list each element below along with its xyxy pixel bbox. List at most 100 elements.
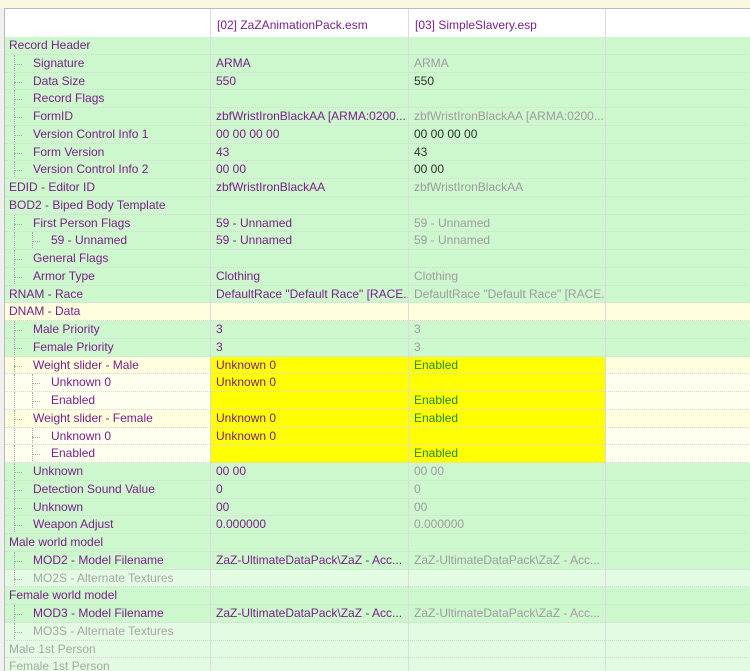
row-label-cell[interactable]: Record Flags <box>5 90 210 108</box>
row-label-cell[interactable]: Weapon Adjust <box>5 516 210 534</box>
value-cell-zazanimationpack[interactable] <box>211 622 408 641</box>
value-cell-simpleslavery[interactable]: 00 00 00 00 <box>409 125 605 144</box>
row-label-cell[interactable]: First Person Flags <box>5 214 210 233</box>
column-header-zazanimationpack[interactable]: [02] ZaZAnimationPack.esm <box>211 9 408 37</box>
tree-row[interactable]: Unknown 00 00 <box>5 498 750 517</box>
tree-row[interactable]: 59 - Unnamed 59 - Unnamed 59 - Unnamed <box>5 232 750 250</box>
tree-row[interactable]: MO2S - Alternate Textures <box>5 569 750 588</box>
value-cell-zazanimationpack[interactable] <box>211 90 408 108</box>
row-label-cell[interactable]: Female 1st Person <box>5 658 210 671</box>
value-cell-simpleslavery[interactable]: 59 - Unnamed <box>409 214 605 233</box>
tree-row[interactable]: Form Version 43 43 <box>5 143 750 162</box>
value-cell-zazanimationpack[interactable] <box>211 640 408 659</box>
value-cell-zazanimationpack[interactable] <box>211 534 408 552</box>
row-label-cell[interactable]: Unknown 0 <box>5 427 210 446</box>
value-cell-simpleslavery[interactable]: zbfWristIronBlackAA [ARMA:0200... <box>409 108 605 126</box>
value-cell-zazanimationpack[interactable] <box>211 250 408 268</box>
value-cell-zazanimationpack[interactable]: 00 00 <box>211 161 408 179</box>
tree-row[interactable]: FormID zbfWristIronBlackAA [ARMA:0200... z… <box>5 108 750 126</box>
value-cell-zazanimationpack[interactable]: 00 00 <box>211 463 408 481</box>
tree-row[interactable]: MOD2 - Model Filename ZaZ-UltimateDataPac… <box>5 551 750 570</box>
value-cell-zazanimationpack[interactable]: ZaZ-UltimateDataPack\ZaZ - Acc... <box>211 551 408 570</box>
value-cell-simpleslavery[interactable]: ZaZ-UltimateDataPack\ZaZ - Acc... <box>409 605 605 623</box>
tree-row[interactable]: BOD2 - Biped Body Template <box>5 196 750 215</box>
value-cell-simpleslavery[interactable] <box>409 640 605 659</box>
value-cell-zazanimationpack[interactable]: 3 <box>211 338 408 357</box>
row-label-cell[interactable]: Signature <box>5 54 210 73</box>
row-label-cell[interactable]: Version Control Info 1 <box>5 125 210 144</box>
value-cell-zazanimationpack[interactable] <box>211 569 408 588</box>
value-cell-simpleslavery[interactable] <box>409 587 605 605</box>
value-cell-zazanimationpack[interactable] <box>211 392 408 410</box>
value-cell-zazanimationpack[interactable]: Unknown 0 <box>211 409 408 428</box>
row-label-cell[interactable]: MO3S - Alternate Textures <box>5 622 210 641</box>
value-cell-simpleslavery[interactable]: Enabled <box>409 392 605 410</box>
value-cell-simpleslavery[interactable]: 43 <box>409 143 605 162</box>
value-cell-simpleslavery[interactable]: Enabled <box>409 356 605 375</box>
row-label-cell[interactable]: Weight slider - Female <box>5 409 210 428</box>
tree-row[interactable]: Male Priority 3 3 <box>5 321 750 339</box>
tree-row[interactable]: Record Flags <box>5 90 750 108</box>
value-cell-simpleslavery[interactable]: Clothing <box>409 267 605 286</box>
value-cell-simpleslavery[interactable]: 3 <box>409 321 605 339</box>
tree-row[interactable]: DNAM - Data <box>5 303 750 321</box>
tree-row[interactable]: Male 1st Person <box>5 640 750 659</box>
row-label-cell[interactable]: Form Version <box>5 143 210 162</box>
tree-row[interactable]: Version Control Info 2 00 00 00 00 <box>5 161 750 179</box>
value-cell-zazanimationpack[interactable]: Clothing <box>211 267 408 286</box>
value-cell-simpleslavery[interactable] <box>409 303 605 321</box>
value-cell-simpleslavery[interactable] <box>409 569 605 588</box>
value-cell-zazanimationpack[interactable]: zbfWristIronBlackAA [ARMA:0200... <box>211 108 408 126</box>
tree-row[interactable]: Weight slider - Female Unknown 0 Enabled <box>5 409 750 428</box>
value-cell-simpleslavery[interactable]: zbfWristIronBlackAA <box>409 179 605 197</box>
tree-row[interactable]: Unknown 0 Unknown 0 <box>5 374 750 392</box>
tree-row[interactable]: Record Header <box>5 37 750 55</box>
value-cell-zazanimationpack[interactable]: zbfWristIronBlackAA <box>211 179 408 197</box>
value-cell-zazanimationpack[interactable]: 0.000000 <box>211 516 408 534</box>
value-cell-zazanimationpack[interactable]: 59 - Unnamed <box>211 232 408 250</box>
row-label-cell[interactable]: DNAM - Data <box>5 303 210 321</box>
value-cell-zazanimationpack[interactable]: Unknown 0 <box>211 356 408 375</box>
tree-row[interactable]: First Person Flags 59 - Unnamed 59 - Unnam… <box>5 214 750 233</box>
row-label-cell[interactable]: Unknown <box>5 463 210 481</box>
value-cell-simpleslavery[interactable] <box>409 374 605 392</box>
value-cell-zazanimationpack[interactable]: ZaZ-UltimateDataPack\ZaZ - Acc... <box>211 605 408 623</box>
record-compare-grid[interactable]: [02] ZaZAnimationPack.esm [03] SimpleSla… <box>4 8 750 671</box>
row-label-cell[interactable]: MOD3 - Model Filename <box>5 605 210 623</box>
tree-row[interactable]: MO3S - Alternate Textures <box>5 622 750 641</box>
tree-row[interactable]: Female world model <box>5 587 750 605</box>
value-cell-simpleslavery[interactable]: 59 - Unnamed <box>409 232 605 250</box>
value-cell-zazanimationpack[interactable] <box>211 37 408 55</box>
row-label-cell[interactable]: Version Control Info 2 <box>5 161 210 179</box>
row-label-cell[interactable]: Unknown <box>5 498 210 517</box>
row-label-cell[interactable]: Unknown 0 <box>5 374 210 392</box>
tree-row[interactable]: MOD3 - Model Filename ZaZ-UltimateDataPac… <box>5 605 750 623</box>
value-cell-simpleslavery[interactable] <box>409 534 605 552</box>
row-label-cell[interactable]: 59 - Unnamed <box>5 232 210 250</box>
value-cell-simpleslavery[interactable]: 550 <box>409 72 605 91</box>
tree-row[interactable]: Weight slider - Male Unknown 0 Enabled <box>5 356 750 375</box>
row-label-cell[interactable]: Weight slider - Male <box>5 356 210 375</box>
row-label-cell[interactable]: MO2S - Alternate Textures <box>5 569 210 588</box>
value-cell-simpleslavery[interactable]: 0 <box>409 480 605 499</box>
row-label-cell[interactable]: Detection Sound Value <box>5 480 210 499</box>
value-cell-zazanimationpack[interactable]: 00 <box>211 498 408 517</box>
tree-row[interactable]: Male world model <box>5 534 750 552</box>
value-cell-zazanimationpack[interactable]: 59 - Unnamed <box>211 214 408 233</box>
value-cell-simpleslavery[interactable] <box>409 90 605 108</box>
value-cell-zazanimationpack[interactable]: 00 00 00 00 <box>211 125 408 144</box>
value-cell-simpleslavery[interactable] <box>409 427 605 446</box>
value-cell-zazanimationpack[interactable] <box>211 587 408 605</box>
value-cell-zazanimationpack[interactable]: 0 <box>211 480 408 499</box>
value-cell-simpleslavery[interactable]: 3 <box>409 338 605 357</box>
tree-row[interactable]: Female 1st Person <box>5 658 750 671</box>
value-cell-simpleslavery[interactable] <box>409 250 605 268</box>
value-cell-simpleslavery[interactable]: ARMA <box>409 54 605 73</box>
tree-row[interactable]: Unknown 00 00 00 00 <box>5 463 750 481</box>
tree-row[interactable]: RNAM - Race DefaultRace "Default Race" [R… <box>5 285 750 304</box>
value-cell-simpleslavery[interactable]: Enabled <box>409 409 605 428</box>
tree-row[interactable]: General Flags <box>5 250 750 268</box>
row-label-cell[interactable]: MOD2 - Model Filename <box>5 551 210 570</box>
value-cell-zazanimationpack[interactable] <box>211 303 408 321</box>
row-label-cell[interactable]: EDID - Editor ID <box>5 179 210 197</box>
